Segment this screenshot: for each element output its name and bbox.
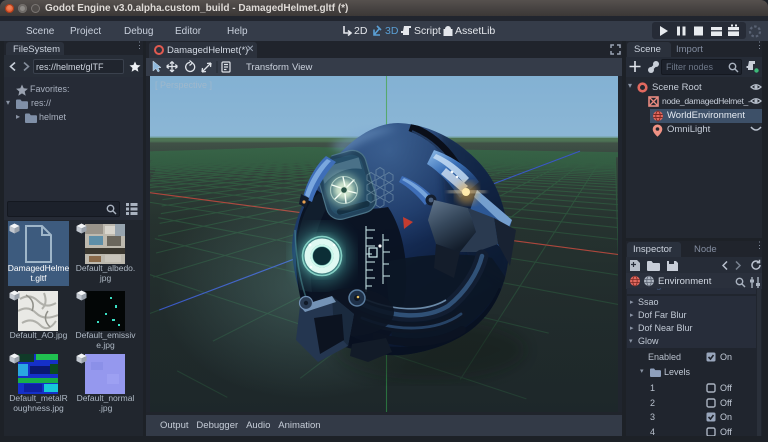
- svg-text:[ Perspective ]: [ Perspective ]: [155, 80, 212, 90]
